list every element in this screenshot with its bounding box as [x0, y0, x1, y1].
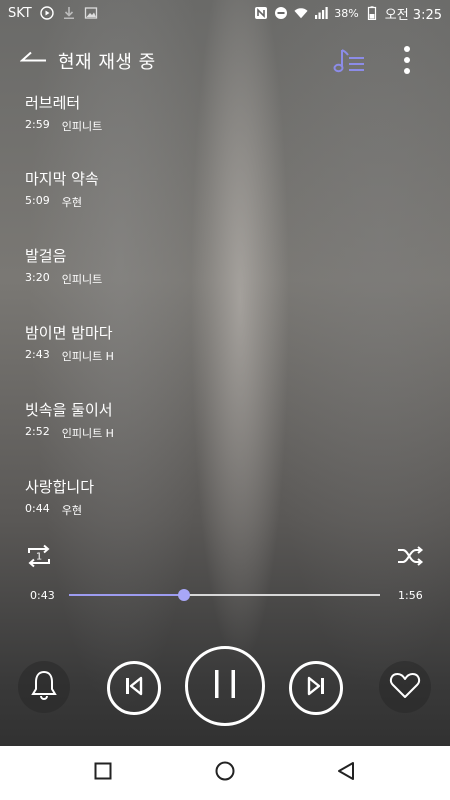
list-item[interactable]: 사랑합니다 0:44 우현 — [25, 478, 94, 518]
song-artist: 인피니트 — [61, 120, 103, 133]
song-artist: 인피니트 H — [61, 427, 114, 440]
song-artist: 우현 — [61, 504, 82, 517]
recent-apps-icon — [93, 761, 113, 785]
list-item[interactable]: 빗속을 둘이서 2:52 인피니트 H — [25, 401, 114, 441]
image-icon — [84, 6, 98, 20]
song-duration: 3:20 — [25, 271, 50, 284]
song-title: 발걸음 — [25, 247, 67, 265]
download-icon — [62, 6, 76, 20]
battery-icon — [365, 6, 379, 20]
total-time: 1:56 — [398, 589, 423, 602]
song-title: 밤이면 밤마다 — [25, 324, 113, 342]
song-duration: 2:52 — [25, 425, 50, 438]
back-button[interactable] — [16, 43, 52, 79]
signal-icon — [314, 6, 328, 20]
list-item[interactable]: 러브레터 2:59 인피니트 — [25, 94, 102, 134]
queue-button[interactable] — [330, 42, 370, 82]
battery-percent: 38% — [334, 6, 359, 20]
clock: 오전 3:25 — [384, 7, 442, 23]
heart-icon — [389, 671, 421, 703]
song-artist: 인피니트 — [61, 273, 103, 286]
queue-icon — [333, 45, 367, 79]
more-vert-icon — [403, 45, 411, 79]
favorite-button[interactable] — [379, 661, 431, 713]
song-artist: 우현 — [61, 196, 82, 209]
song-title: 사랑합니다 — [25, 478, 95, 496]
back-nav-button[interactable] — [334, 761, 358, 785]
pause-icon — [212, 668, 238, 704]
wifi-icon — [294, 6, 308, 20]
seek-thumb[interactable] — [178, 589, 191, 601]
alarm-button[interactable] — [18, 661, 70, 713]
carrier-label: SKT — [8, 5, 32, 21]
playlist: 러브레터 2:59 인피니트 마지막 약속 5:09 우현 발걸음 3:20 인피니트… — [0, 84, 450, 524]
list-item[interactable]: 발걸음 3:20 인피니트 — [25, 247, 102, 287]
repeat-one-icon: 1 — [25, 544, 53, 574]
bell-icon — [29, 669, 59, 705]
repeat-button[interactable]: 1 — [25, 542, 53, 570]
play-notification-icon — [40, 6, 54, 20]
song-title: 러브레터 — [25, 94, 81, 112]
previous-button[interactable] — [107, 661, 161, 715]
song-artist: 인피니트 H — [61, 350, 114, 363]
more-options-button[interactable] — [394, 42, 420, 82]
back-arrow-icon — [19, 51, 48, 71]
pause-button[interactable] — [185, 646, 265, 726]
seek-bar-progress — [69, 594, 185, 596]
recent-apps-button[interactable] — [91, 761, 115, 785]
back-triangle-icon — [335, 760, 357, 786]
current-time: 0:43 — [30, 589, 55, 602]
home-button[interactable] — [213, 761, 237, 785]
shuffle-icon — [396, 546, 424, 574]
song-title: 마지막 약속 — [25, 170, 99, 188]
do-not-disturb-icon — [274, 6, 288, 20]
nfc-icon — [254, 6, 268, 20]
seek-bar[interactable] — [69, 589, 380, 601]
app-header: 현재 재생 중 — [0, 38, 450, 84]
next-icon — [305, 675, 327, 701]
previous-icon — [123, 675, 145, 701]
list-item[interactable]: 마지막 약속 5:09 우현 — [25, 170, 99, 210]
page-title: 현재 재생 중 — [58, 52, 156, 73]
next-button[interactable] — [289, 661, 343, 715]
home-icon — [214, 760, 236, 786]
repeat-badge: 1 — [36, 552, 42, 563]
song-duration: 2:43 — [25, 348, 50, 361]
song-duration: 2:59 — [25, 118, 50, 131]
status-bar: SKT 38% 오전 3:25 — [0, 0, 450, 26]
shuffle-button[interactable] — [396, 542, 424, 570]
song-title: 빗속을 둘이서 — [25, 401, 113, 419]
song-duration: 5:09 — [25, 194, 50, 207]
system-nav-bar — [0, 746, 450, 800]
list-item[interactable]: 밤이면 밤마다 2:43 인피니트 H — [25, 324, 114, 364]
song-duration: 0:44 — [25, 502, 50, 515]
